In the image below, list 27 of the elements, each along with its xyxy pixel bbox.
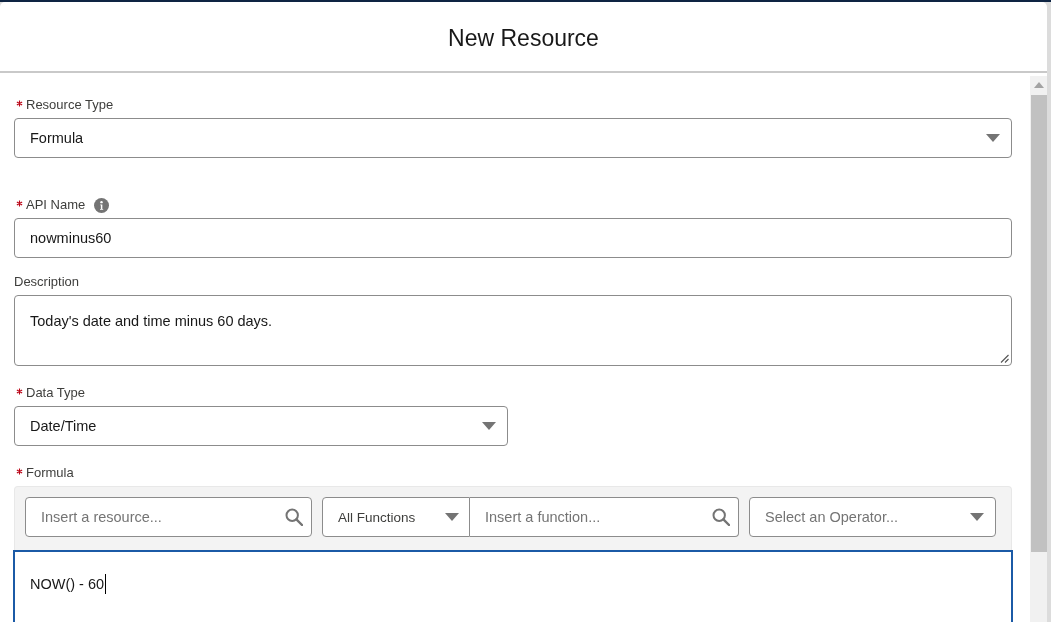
- field-label: Formula: [26, 465, 74, 481]
- modal-title: New Resource: [448, 25, 599, 52]
- operator-select[interactable]: Select an Operator...: [749, 497, 996, 537]
- search-icon: [285, 508, 303, 526]
- search-icon: [712, 508, 730, 526]
- scrollbar[interactable]: [1030, 76, 1047, 622]
- resize-handle-icon[interactable]: [1000, 354, 1009, 363]
- caret-down-icon: [970, 513, 984, 521]
- caret-down-icon: [482, 422, 496, 430]
- field-label: API Name: [26, 197, 86, 213]
- text-cursor-icon: [105, 574, 107, 594]
- scroll-up-arrow-icon[interactable]: [1033, 82, 1044, 88]
- api-name-field[interactable]: nowminus60: [14, 218, 1012, 258]
- resource-search-field[interactable]: Insert a resource...: [25, 497, 312, 537]
- caret-down-icon: [445, 513, 459, 521]
- info-icon[interactable]: [94, 197, 110, 213]
- caret-down-icon: [986, 134, 1000, 142]
- resource-type-select[interactable]: Formula: [14, 118, 1012, 158]
- function-search-field[interactable]: Insert a function...: [470, 497, 739, 537]
- description-field[interactable]: Today's date and time minus 60 days.: [14, 295, 1012, 366]
- function-category-select[interactable]: All Functions: [322, 497, 470, 537]
- field-label: Resource Type: [26, 97, 114, 113]
- field-label: Data Type: [26, 385, 86, 401]
- data-type-select[interactable]: Date/Time: [14, 406, 508, 446]
- formula-editor[interactable]: NOW() - 60: [13, 550, 1013, 622]
- field-label: Description: [14, 274, 80, 290]
- scrollbar-thumb[interactable]: [1030, 95, 1047, 552]
